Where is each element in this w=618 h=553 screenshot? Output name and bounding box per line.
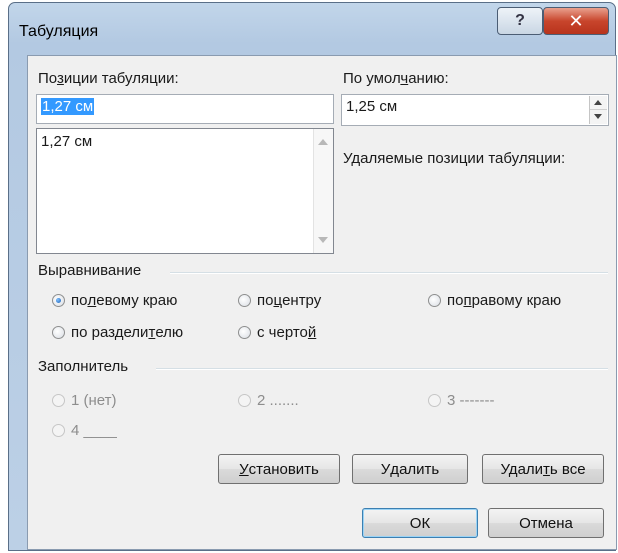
tab-position-input-value: 1,27 см bbox=[41, 98, 95, 115]
radio-button-icon bbox=[428, 394, 441, 407]
alignment-group-label: Выравнивание bbox=[38, 262, 142, 279]
radio-button-icon bbox=[52, 294, 65, 307]
leader-underline-radio[interactable]: 4 ____ bbox=[52, 422, 117, 439]
spin-buttons[interactable] bbox=[589, 96, 607, 124]
align-center-radio[interactable]: по ц ентру bbox=[238, 292, 321, 309]
close-icon: ✕ bbox=[568, 10, 584, 31]
dialog-title: Табуляция bbox=[19, 23, 99, 40]
align-decimal-radio[interactable]: по раздели т елю bbox=[52, 324, 183, 341]
radio-button-icon bbox=[52, 394, 65, 407]
default-stops-label: По умолчанию: bbox=[343, 70, 449, 87]
radio-button-icon bbox=[52, 424, 65, 437]
leader-dots-radio[interactable]: 2 ....... bbox=[238, 392, 299, 409]
leader-divider bbox=[156, 368, 608, 370]
spin-up-button[interactable] bbox=[590, 96, 607, 110]
default-stops-value: 1,25 см bbox=[346, 98, 398, 115]
list-scrollbar[interactable] bbox=[313, 129, 333, 253]
radio-button-icon bbox=[428, 294, 441, 307]
leader-dashes-radio[interactable]: 3 ------- bbox=[428, 392, 494, 409]
align-bar-radio[interactable]: с черто й bbox=[238, 324, 316, 341]
set-button[interactable]: Установить bbox=[218, 454, 340, 484]
scroll-up-arrow-icon[interactable] bbox=[318, 139, 328, 145]
leader-none-radio[interactable]: 1 (нет) bbox=[52, 392, 117, 409]
align-left-radio[interactable]: по л евому краю bbox=[52, 292, 177, 309]
align-right-radio[interactable]: по п равому краю bbox=[428, 292, 561, 309]
alignment-divider bbox=[170, 272, 608, 274]
ok-button[interactable]: ОК bbox=[362, 508, 478, 538]
radio-button-icon bbox=[238, 294, 251, 307]
clear-all-button[interactable]: Удали т ь все bbox=[482, 454, 604, 484]
scroll-down-arrow-icon[interactable] bbox=[318, 237, 328, 243]
help-icon: ? bbox=[515, 12, 525, 29]
leader-group-label: Заполнитель bbox=[38, 358, 129, 375]
radio-button-icon bbox=[238, 326, 251, 339]
radio-button-icon bbox=[238, 394, 251, 407]
default-stops-spinbox[interactable]: 1,25 см bbox=[341, 94, 609, 126]
help-button[interactable]: ? bbox=[497, 7, 543, 35]
tab-positions-label: Позиции табуляции: bbox=[38, 70, 179, 87]
spin-down-button[interactable] bbox=[590, 110, 607, 124]
tab-position-input[interactable]: 1,27 см bbox=[36, 94, 334, 124]
spin-up-icon bbox=[594, 100, 602, 105]
clear-stops-label: Удаляемые позиции табуляции: bbox=[343, 150, 566, 167]
dialog-body: Позиции табуляции: 1,27 см 1,27 см По ум… bbox=[27, 55, 617, 550]
radio-button-icon bbox=[52, 326, 65, 339]
close-button[interactable]: ✕ bbox=[543, 7, 609, 35]
cancel-button[interactable]: Отмена bbox=[488, 508, 604, 538]
tab-positions-list[interactable]: 1,27 см bbox=[36, 128, 334, 254]
spin-down-icon bbox=[594, 114, 602, 119]
list-item[interactable]: 1,27 см bbox=[41, 133, 92, 150]
clear-button[interactable]: Уд алить bbox=[352, 454, 468, 484]
dialog-window: Табуляция ? ✕ Позиции табуляции: 1,27 см… bbox=[8, 2, 617, 551]
